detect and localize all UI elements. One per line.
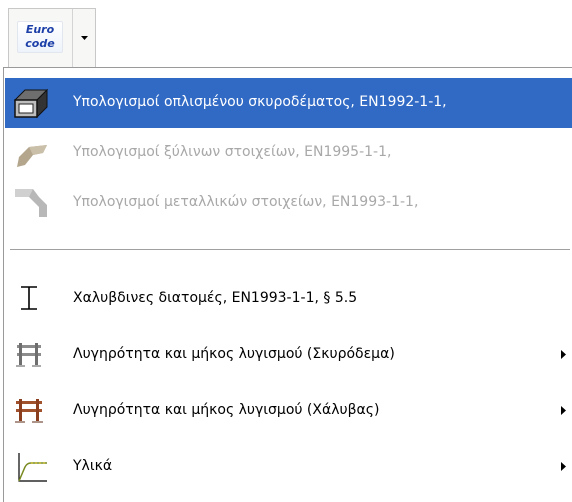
eurocode-dropdown-button[interactable] <box>73 9 96 68</box>
menu-item-label: Υπολογισμοί ξύλινων στοιχείων, EN1995-1-… <box>73 144 392 160</box>
stress-strain-icon <box>18 453 47 482</box>
menu-item-label: Υπολογισμοί οπλισμένου σκυροδέματος, EN1… <box>73 94 447 110</box>
menu-item-label: Υλικά <box>73 458 113 474</box>
menu-item-slenderness-steel[interactable]: Λυγηρότητα και μήκος λυγισμού (Χάλυβας) <box>5 386 572 436</box>
eurocode-main-button[interactable]: Euro code <box>9 9 73 68</box>
logo-line2: code <box>25 37 55 50</box>
eurocode-logo-icon: Euro code <box>17 21 63 53</box>
menu-item-label: Υπολογισμοί μεταλλικών στοιχείων, EN1993… <box>73 194 419 210</box>
menu-item-label: Χαλυβδινες διατομές, EN1993-1-1, § 5.5 <box>73 290 358 306</box>
submenu-arrow-icon <box>561 406 566 415</box>
menu-item-materials[interactable]: Υλικά <box>5 442 572 492</box>
submenu-arrow-icon <box>561 462 566 471</box>
menu-item-concrete[interactable]: Υπολογισμοί οπλισμένου σκυροδέματος, EN1… <box>5 78 572 128</box>
menu-item-steel-sections[interactable]: Χαλυβδινες διατομές, EN1993-1-1, § 5.5 <box>5 274 572 324</box>
concrete-beam-icon <box>13 88 49 119</box>
submenu-arrow-icon <box>561 350 566 359</box>
timber-beam-icon <box>17 145 47 167</box>
menu-item-label: Λυγηρότητα και μήκος λυγισμού (Χάλυβας) <box>73 402 380 418</box>
menu-separator <box>10 249 570 251</box>
concrete-frame-icon <box>16 343 41 367</box>
menu-item-label: Λυγηρότητα και μήκος λυγισμού (Σκυρόδεμα… <box>73 346 395 362</box>
eurocode-dropdown-menu: Υπολογισμοί οπλισμένου σκυροδέματος, EN1… <box>3 67 572 502</box>
toolbar: Euro code <box>0 0 572 68</box>
steel-beam-icon <box>15 189 47 217</box>
logo-line1: Euro <box>25 23 55 36</box>
triangle-down-icon <box>81 36 88 40</box>
menu-item-steel[interactable]: Υπολογισμοί μεταλλικών στοιχείων, EN1993… <box>5 178 572 228</box>
steel-frame-icon <box>15 399 43 423</box>
menu-item-slenderness-concrete[interactable]: Λυγηρότητα και μήκος λυγισμού (Σκυρόδεμα… <box>5 330 572 380</box>
i-beam-icon <box>21 286 37 310</box>
menu-item-timber[interactable]: Υπολογισμοί ξύλινων στοιχείων, EN1995-1-… <box>5 128 572 178</box>
eurocode-split-button[interactable]: Euro code <box>8 8 96 68</box>
